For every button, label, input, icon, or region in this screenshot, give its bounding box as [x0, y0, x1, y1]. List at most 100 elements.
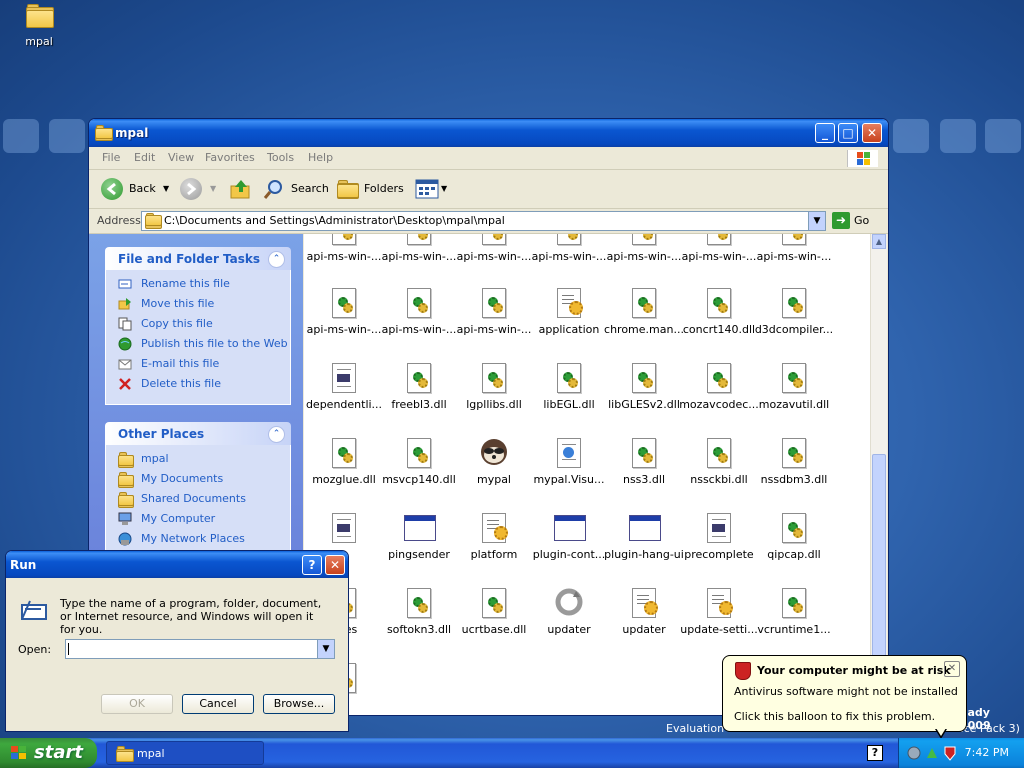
security-shield-icon[interactable]: [943, 745, 957, 761]
file-item[interactable]: api-ms-win-...: [754, 234, 834, 263]
file-item[interactable]: lgpllibs.dll: [454, 362, 534, 411]
file-name: api-ms-win-...: [381, 323, 457, 336]
other-places-header[interactable]: Other Places ⌃: [105, 422, 291, 445]
file-item[interactable]: precomplete: [679, 512, 759, 561]
views-button[interactable]: ▼: [415, 178, 449, 200]
cfg-file-icon: [629, 587, 659, 619]
file-item[interactable]: api-ms-win-...: [679, 234, 759, 263]
file-item[interactable]: libEGL.dll: [529, 362, 609, 411]
title-bar[interactable]: mpal _ □ ✕: [89, 119, 888, 147]
file-item[interactable]: ucrtbase.dll: [454, 587, 534, 636]
security-balloon[interactable]: Your computer might be at risk Antivirus…: [722, 655, 967, 732]
browse-button[interactable]: Browse...: [263, 694, 335, 714]
file-item[interactable]: mozglue.dll: [304, 437, 384, 486]
file-item[interactable]: softokn3.dll: [379, 587, 459, 636]
file-item[interactable]: updater: [529, 587, 609, 636]
help-button[interactable]: ?: [302, 555, 322, 575]
file-item[interactable]: mozavutil.dll: [754, 362, 834, 411]
open-dropdown-button[interactable]: ▼: [317, 640, 334, 658]
file-name: concrt140.dll: [682, 323, 756, 336]
file-list: api-ms-win-... api-ms-win-... api-ms-win-.…: [304, 234, 870, 715]
folders-button[interactable]: Folders: [337, 178, 404, 200]
file-item[interactable]: plugin-cont...: [529, 512, 609, 561]
file-item[interactable]: mypal.Visu...: [529, 437, 609, 486]
run-title-bar[interactable]: Run ? ✕: [6, 551, 348, 578]
close-button[interactable]: ✕: [862, 123, 882, 143]
file-item[interactable]: freebl3.dll: [379, 362, 459, 411]
file-item[interactable]: libGLESv2.dll: [604, 362, 684, 411]
ok-button[interactable]: OK: [101, 694, 173, 714]
taskbar-item-mpal[interactable]: mpal: [106, 741, 264, 765]
file-item[interactable]: pingsender: [379, 512, 459, 561]
file-item[interactable]: application: [529, 287, 609, 336]
network-tray-icon[interactable]: [907, 746, 921, 760]
file-name: dependentli...: [305, 398, 383, 411]
dll-file-icon: [479, 587, 509, 619]
file-item[interactable]: nss3.dll: [604, 437, 684, 486]
file-item[interactable]: vcruntime1...: [754, 587, 834, 636]
minimize-button[interactable]: _: [815, 123, 835, 143]
file-item[interactable]: nssdbm3.dll: [754, 437, 834, 486]
file-name: api-ms-win-...: [456, 323, 532, 336]
open-input[interactable]: ▼: [65, 639, 335, 659]
balloon-message: Antivirus software might not be installe…: [734, 685, 958, 698]
file-item[interactable]: api-ms-win-...: [454, 287, 534, 336]
file-name: update-setti...: [680, 623, 758, 636]
file-tasks-header[interactable]: File and Folder Tasks ⌃: [105, 247, 291, 270]
back-button[interactable]: Back ▼: [101, 178, 169, 200]
address-input[interactable]: C:\Documents and Settings\Administrator\…: [141, 211, 826, 231]
start-button[interactable]: start: [0, 738, 97, 768]
menu-favorites[interactable]: Favorites: [205, 151, 255, 164]
desktop-tile: [3, 119, 39, 153]
file-item[interactable]: api-ms-win-...: [454, 234, 534, 263]
address-dropdown-button[interactable]: ▼: [808, 212, 825, 230]
file-item[interactable]: updater: [604, 587, 684, 636]
file-item[interactable]: chrome.man...: [604, 287, 684, 336]
menu-file[interactable]: File: [102, 151, 120, 164]
maximize-button[interactable]: □: [838, 123, 858, 143]
menu-tools[interactable]: Tools: [267, 151, 294, 164]
balloon-close-button[interactable]: ✕: [944, 661, 960, 677]
menu-help[interactable]: Help: [308, 151, 333, 164]
help-icon[interactable]: ?: [867, 745, 883, 761]
file-item[interactable]: api-ms-win-...: [379, 234, 459, 263]
file-item[interactable]: api-ms-win-...: [379, 287, 459, 336]
file-item[interactable]: platform: [454, 512, 534, 561]
cancel-button[interactable]: Cancel: [182, 694, 254, 714]
search-button[interactable]: Search: [263, 178, 333, 200]
file-item[interactable]: msvcp140.dll: [379, 437, 459, 486]
dll-file-icon: [779, 362, 809, 394]
file-item[interactable]: d3dcompiler...: [754, 287, 834, 336]
file-item[interactable]: api-ms-win-...: [304, 287, 384, 336]
file-item[interactable]: api-ms-win-...: [304, 234, 384, 263]
up-folder-button[interactable]: [229, 178, 253, 200]
scroll-up-button[interactable]: ▲: [872, 234, 886, 249]
menu-edit[interactable]: Edit: [134, 151, 155, 164]
file-item[interactable]: concrt140.dll: [679, 287, 759, 336]
file-name: mypal.Visu...: [533, 473, 605, 486]
collapse-icon[interactable]: ⌃: [268, 251, 285, 268]
desktop-icon-mpal[interactable]: mpal: [14, 4, 64, 48]
menu-view[interactable]: View: [168, 151, 194, 164]
file-item[interactable]: mozavcodec...: [679, 362, 759, 411]
forward-button[interactable]: ▼: [180, 178, 216, 200]
other-places-panel: mpal My Documents Shared Documents My Co…: [105, 445, 291, 565]
safely-remove-icon[interactable]: [925, 746, 939, 760]
file-item[interactable]: qipcap.dll: [754, 512, 834, 561]
file-item[interactable]: plugin-hang-ui: [604, 512, 684, 561]
file-item[interactable]: api-ms-win-...: [604, 234, 684, 263]
dll-file-icon: [404, 437, 434, 469]
folder-icon: [116, 746, 134, 763]
file-name: application: [538, 323, 600, 336]
file-item[interactable]: api-ms-win-...: [529, 234, 609, 263]
run-close-button[interactable]: ✕: [325, 555, 345, 575]
file-item[interactable]: dependentli...: [304, 362, 384, 411]
vertical-scrollbar[interactable]: ▲ ▼: [870, 234, 887, 715]
collapse-icon[interactable]: ⌃: [268, 426, 285, 443]
file-item[interactable]: nssckbi.dll: [679, 437, 759, 486]
file-item[interactable]: update-setti...: [679, 587, 759, 636]
file-item[interactable]: mypal: [454, 437, 534, 486]
file-name: mozglue.dll: [312, 473, 376, 486]
manifest-file-icon: [554, 437, 584, 469]
exe-file-icon: [404, 512, 436, 544]
